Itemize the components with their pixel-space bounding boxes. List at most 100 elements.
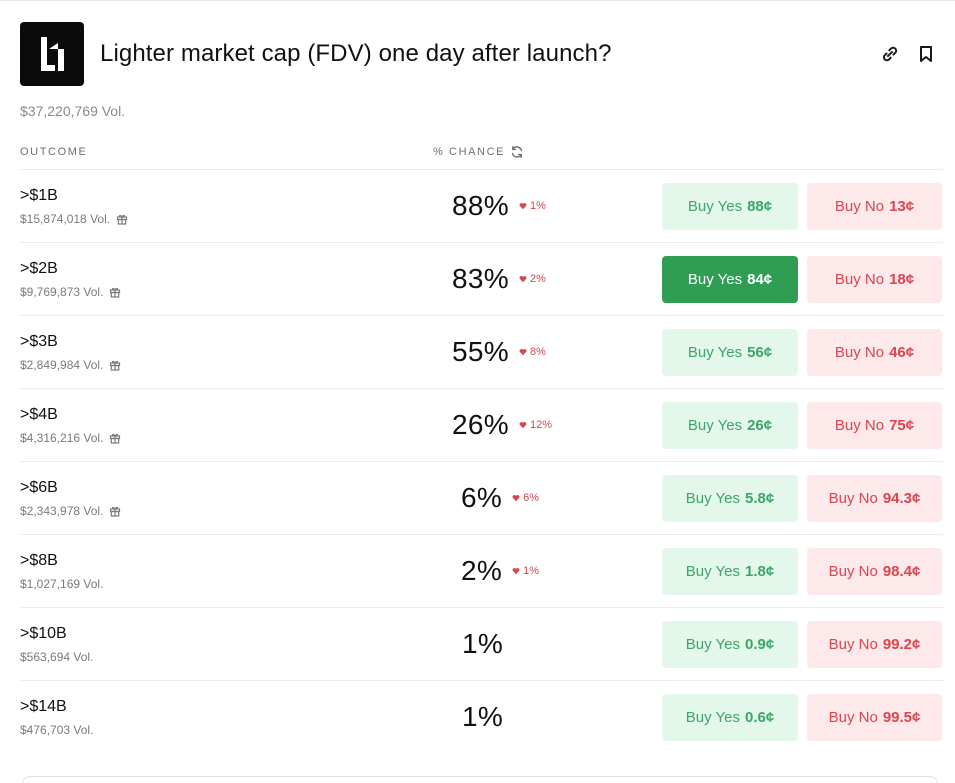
buy-no-button[interactable]: Buy No 99.5¢ [807,694,942,741]
chance-percent: 88% [452,190,509,221]
buy-yes-price: 1.8¢ [745,563,775,580]
buy-yes-price: 5.8¢ [745,490,775,507]
outcome-volume-text: $2,849,984 Vol. [20,358,104,372]
chance-cell: 6% 6% [461,482,539,514]
outcome-row: >$4B $4,316,216 Vol. 26% 12% Buy Yes 26¢ … [20,388,943,461]
outcome-volume: $2,343,978 Vol. [20,504,121,518]
chance-delta: 1% [512,565,539,577]
chance-cell: 83% 2% [452,263,546,295]
outcome-row: >$10B $563,694 Vol. 1% Buy Yes 0.9¢ Buy N… [20,607,943,680]
buy-yes-button[interactable]: Buy Yes 0.6¢ [662,694,798,741]
buy-yes-button[interactable]: Buy Yes 1.8¢ [662,548,798,595]
heart-icon [519,203,527,210]
chance-percent: 2% [461,555,503,586]
outcome-label: >$10B [20,625,67,642]
buy-yes-button[interactable]: Buy Yes 84¢ [662,256,798,303]
buy-no-price: 75¢ [889,417,915,434]
heart-icon [519,276,527,283]
chance-cell: 1% [462,701,503,733]
outcome-label: >$8B [20,552,58,569]
buy-no-button[interactable]: Buy No 46¢ [807,329,942,376]
buy-yes-button[interactable]: Buy Yes 26¢ [662,402,798,449]
chance-percent: 55% [452,336,509,367]
buy-no-label: Buy No [828,490,878,507]
market-title: Lighter market cap (FDV) one day after l… [100,40,612,67]
outcome-volume-text: $563,694 Vol. [20,650,94,664]
bookmark-icon[interactable] [914,42,938,66]
buy-yes-price: 26¢ [747,417,773,434]
heart-icon [519,349,527,356]
buy-no-button[interactable]: Buy No 13¢ [807,183,942,230]
chance-delta: 2% [519,273,546,285]
link-icon[interactable] [878,42,902,66]
outcome-volume: $15,874,018 Vol. [20,212,128,226]
chance-delta-text: 2% [529,273,546,285]
outcome-volume-text: $9,769,873 Vol. [20,285,104,299]
outcome-label: >$4B [20,406,58,423]
buy-no-label: Buy No [828,563,878,580]
buy-no-price: 99.5¢ [882,709,921,726]
buy-yes-price: 0.9¢ [745,636,775,653]
buy-no-label: Buy No [834,417,885,434]
chance-delta-text: 1% [529,200,546,212]
chance-percent: 1% [462,628,504,659]
outcome-row: >$14B $476,703 Vol. 1% Buy Yes 0.6¢ Buy N… [20,680,943,753]
outcome-volume-text: $4,316,216 Vol. [20,431,104,445]
chance-cell: 2% 1% [461,555,539,587]
buy-no-button[interactable]: Buy No 99.2¢ [807,621,942,668]
chance-delta: 1% [519,200,546,212]
outcome-volume-text: $1,027,169 Vol. [20,577,104,591]
outcome-row: >$2B $9,769,873 Vol. 83% 2% Buy Yes 84¢ B… [20,242,943,315]
chance-cell: 88% 1% [452,190,546,222]
buy-yes-label: Buy Yes [687,271,743,288]
outcome-label: >$3B [20,333,58,350]
chance-cell: 26% 12% [452,409,552,441]
outcome-label: >$6B [20,479,58,496]
buy-no-price: 18¢ [889,271,915,288]
top-divider [0,0,955,1]
buy-no-button[interactable]: Buy No 98.4¢ [807,548,942,595]
buy-yes-label: Buy Yes [687,198,743,215]
outcome-volume-text: $476,703 Vol. [20,723,94,737]
outcome-row: >$8B $1,027,169 Vol. 2% 1% Buy Yes 1.8¢ B… [20,534,943,607]
buy-no-button[interactable]: Buy No 94.3¢ [807,475,942,522]
buy-yes-label: Buy Yes [685,490,740,507]
chance-percent: 6% [461,482,503,513]
buy-no-label: Buy No [828,709,878,726]
market-header: Lighter market cap (FDV) one day after l… [20,22,935,86]
outcome-label: >$1B [20,187,58,204]
outcome-volume: $2,849,984 Vol. [20,358,121,372]
refresh-icon[interactable] [510,145,524,159]
outcome-volume: $9,769,873 Vol. [20,285,121,299]
buy-no-button[interactable]: Buy No 75¢ [807,402,942,449]
buy-no-price: 99.2¢ [882,636,921,653]
buy-yes-label: Buy Yes [685,709,740,726]
chance-column-header: % CHANCE [433,146,506,158]
outcome-list: >$1B $15,874,018 Vol. 88% 1% Buy Yes 88¢ … [20,169,943,753]
outcome-label: >$14B [20,698,67,715]
buy-no-price: 46¢ [889,344,915,361]
buy-yes-price: 84¢ [747,271,773,288]
chance-percent: 1% [462,701,504,732]
buy-yes-price: 0.6¢ [745,709,775,726]
buy-no-button[interactable]: Buy No 18¢ [807,256,942,303]
outcome-volume-text: $2,343,978 Vol. [20,504,104,518]
gift-icon [116,213,128,225]
heart-icon [519,422,527,429]
chance-delta-text: 1% [523,565,539,577]
buy-yes-button[interactable]: Buy Yes 0.9¢ [662,621,798,668]
chance-delta: 8% [519,346,546,358]
next-section-card [22,776,938,783]
buy-yes-button[interactable]: Buy Yes 5.8¢ [662,475,798,522]
buy-no-label: Buy No [834,271,885,288]
buy-yes-button[interactable]: Buy Yes 88¢ [662,183,798,230]
outcome-label: >$2B [20,260,58,277]
buy-no-label: Buy No [834,344,885,361]
buy-yes-button[interactable]: Buy Yes 56¢ [662,329,798,376]
chance-delta-text: 6% [523,492,539,504]
chance-delta-text: 8% [529,346,546,358]
outcome-row: >$6B $2,343,978 Vol. 6% 6% Buy Yes 5.8¢ B… [20,461,943,534]
lighter-logo [20,22,84,86]
buy-yes-label: Buy Yes [687,344,743,361]
outcome-column-header: OUTCOME [20,146,88,158]
